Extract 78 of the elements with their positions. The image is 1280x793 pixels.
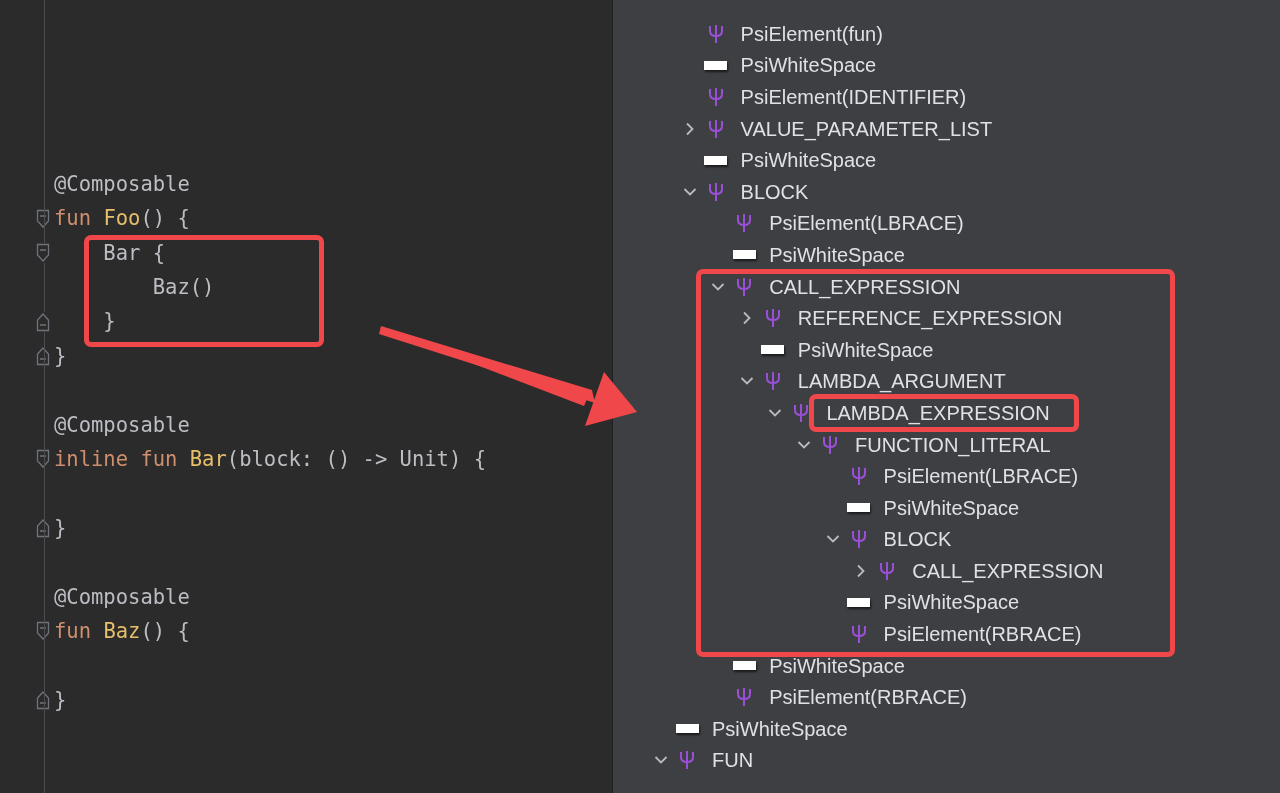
tree-label[interactable]: PsiElement(RBRACE) [769,686,967,709]
code-line: @Composable [54,583,190,611]
trident-icon [850,529,867,550]
tree-label[interactable]: PsiElement(fun) [740,22,883,45]
fold-icon[interactable] [36,621,50,642]
code-line: } [54,686,67,714]
tree-label[interactable]: PsiWhiteSpace [740,149,877,172]
tree-label[interactable]: PsiElement(LBRACE) [883,465,1079,488]
fold-icon[interactable] [36,518,50,539]
tree-label[interactable]: PsiElement(IDENTIFIER) [740,86,967,108]
chevron-down-icon[interactable] [739,376,754,387]
trident-icon [822,434,838,455]
tree-label[interactable]: PsiWhiteSpace [712,717,848,740]
trident-icon [793,402,810,423]
code-line: } [54,342,67,370]
trident-icon [707,23,724,44]
rectangle-icon [732,661,756,671]
chevron-down-icon[interactable] [711,281,726,292]
trident-icon [736,276,753,297]
tree-label[interactable]: BLOCK [740,180,809,203]
rectangle-icon [704,60,728,70]
trident-icon [707,118,724,139]
trident-icon [850,624,867,645]
tree-label[interactable]: LAMBDA_ARGUMENT [797,370,1006,393]
rectangle-icon [847,503,871,513]
tree-label[interactable]: LAMBDA_EXPRESSION [826,401,1050,424]
code-line: Bar { [102,239,166,267]
code-line: } [102,308,116,336]
chevron-right-icon[interactable] [741,311,752,326]
trident-icon [736,213,753,234]
tree-label[interactable]: PsiWhiteSpace [769,243,905,266]
code-line: fun Baz() { [54,617,190,645]
tree-label[interactable]: VALUE_PARAMETER_LIST [740,117,993,140]
trident-icon [850,466,867,487]
chevron-right-icon[interactable] [856,563,867,578]
code-line: inline fun Bar(block: () -> Unit) { [54,445,486,473]
code-line: @Composable [54,411,190,439]
chevron-down-icon[interactable] [682,186,697,197]
trident-icon [707,181,724,202]
chevron-down-icon[interactable] [768,407,783,418]
trident-icon [764,371,781,392]
rectangle-icon [704,155,728,165]
trident-icon [736,687,753,708]
rectangle-icon [675,724,699,734]
fold-icon[interactable] [36,208,50,229]
tree-label[interactable]: REFERENCE_EXPRESSION [797,307,1063,330]
trident-icon [707,87,724,107]
tree-label[interactable]: BLOCK [883,528,952,551]
tree-label[interactable]: PsiElement(RBRACE) [883,623,1082,646]
tree-label[interactable]: PsiWhiteSpace [883,496,1020,519]
fold-icon[interactable] [36,690,50,711]
fold-icon[interactable] [36,311,50,332]
rectangle-icon [732,250,756,260]
trident-icon [679,750,695,771]
fold-icon[interactable] [36,242,50,263]
code-line: fun Foo() { [54,205,190,233]
trident-icon [879,560,896,581]
fold-icon[interactable] [36,346,50,367]
code-line: Baz() [151,274,215,301]
tree-label[interactable]: CALL_EXPRESSION [769,275,961,298]
chevron-down-icon[interactable] [654,755,668,766]
rectangle-icon [847,598,871,607]
trident-icon [764,308,781,329]
tree-label[interactable]: CALL_EXPRESSION [912,559,1104,582]
tree-label[interactable]: PsiWhiteSpace [769,654,905,677]
tree-label[interactable]: PsiWhiteSpace [797,338,934,361]
chevron-right-icon[interactable] [684,121,695,136]
rectangle-icon [761,345,785,355]
tree-label[interactable]: FUN [712,749,754,772]
fold-icon[interactable] [36,449,50,470]
tree-label[interactable]: PsiElement(LBRACE) [769,212,964,235]
chevron-down-icon[interactable] [797,439,811,450]
tree-label[interactable]: PsiWhiteSpace [883,591,1020,614]
tree-label[interactable]: PsiWhiteSpace [740,54,877,77]
chevron-down-icon[interactable] [825,534,840,545]
code-line: } [54,514,67,542]
tree-label[interactable]: FUNCTION_LITERAL [855,433,1051,456]
code-line: @Composable [54,170,190,198]
